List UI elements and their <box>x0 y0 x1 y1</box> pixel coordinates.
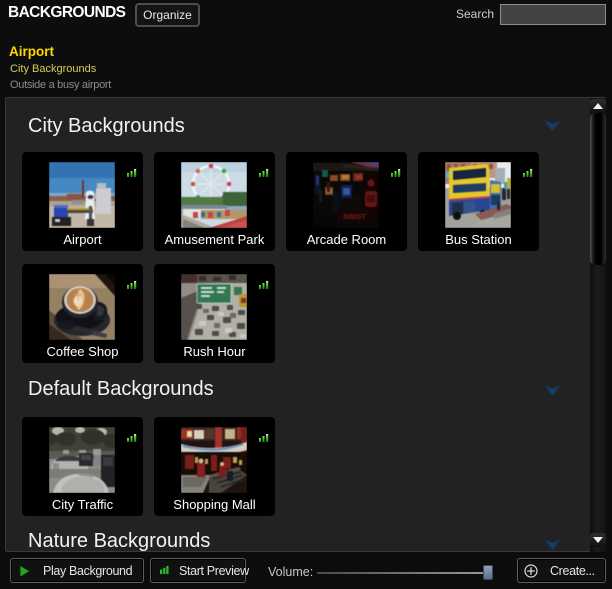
svg-text:SINIST: SINIST <box>343 214 366 221</box>
